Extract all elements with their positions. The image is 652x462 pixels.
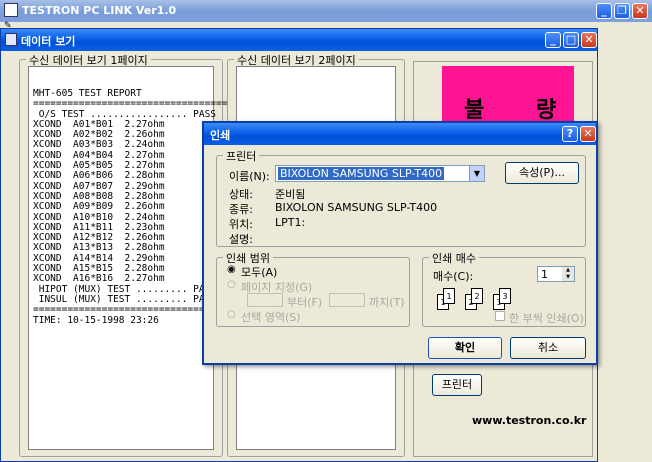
report-text: MHT-605 TEST REPORT =====================…	[33, 88, 228, 326]
page1-textbox[interactable]: MHT-605 TEST REPORT =====================…	[28, 66, 227, 450]
status-label: 상태:	[229, 188, 253, 201]
range-selection-label[interactable]: 선택 영역(S)	[241, 309, 301, 325]
spin-up-icon[interactable]: ▲	[562, 267, 574, 274]
to-input[interactable]	[329, 293, 365, 307]
printer-select-value: BIXOLON SAMSUNG SLP-T400	[278, 167, 445, 180]
report-line: ==================================	[33, 304, 228, 316]
viewer-icon	[5, 33, 17, 46]
collate-label[interactable]: 한 부씩 인쇄(O)	[509, 310, 584, 326]
printer-select[interactable]: BIXOLON SAMSUNG SLP-T400 ▼	[275, 165, 485, 182]
result-badge-char1: 불	[464, 98, 485, 123]
copies-group: 인쇄 매수 매수(C): 1 ▲ ▼ 1 1 2 2 3 3 한 부씩 인쇄(O…	[422, 250, 586, 327]
ok-button[interactable]: 확인	[428, 337, 502, 359]
from-label: 부터(F)	[287, 296, 323, 309]
name-label: 이름(N):	[229, 170, 270, 183]
maximize-icon[interactable]: ❐	[614, 3, 630, 19]
copies-group-label: 인쇄 매수	[429, 250, 479, 266]
range-group: 인쇄 범위 ◉ 모두(A) ○ 페이지 지정(G) 부터(F) 까지(T) ○ …	[216, 250, 410, 327]
print-dialog: 인쇄 ? ✕ 프린터 이름(N): BIXOLON SAMSUNG SLP-T4…	[202, 121, 598, 365]
close-icon[interactable]: ✕	[632, 3, 648, 19]
where-value: LPT1:	[275, 216, 306, 229]
dialog-title-bar: 인쇄 ? ✕	[204, 123, 596, 145]
dialog-close-icon[interactable]: ✕	[580, 126, 596, 142]
collate-pages-icon: 1 1 2 2 3 3	[437, 286, 517, 318]
viewer-minimize-icon[interactable]: _	[545, 32, 561, 48]
viewer-title: 데이터 보기	[21, 35, 76, 48]
page1-group: 수신 데이터 보기 1페이지 MHT-605 TEST REPORT ======…	[19, 52, 227, 457]
print-button[interactable]: 프린터	[432, 374, 482, 396]
result-badge-char2: 량	[536, 98, 557, 123]
printer-group-label: 프린터	[223, 148, 260, 164]
dialog-title: 인쇄	[210, 129, 231, 142]
comment-label: 설명:	[229, 233, 253, 246]
dropdown-arrow-icon[interactable]: ▼	[469, 166, 484, 181]
viewer-close-icon[interactable]: ✕	[581, 32, 597, 48]
to-label: 까지(T)	[369, 296, 405, 309]
viewer-title-bar: 데이터 보기 _ □ ✕	[1, 29, 597, 51]
copies-label: 매수(C):	[433, 270, 474, 283]
minimize-icon[interactable]: _	[596, 3, 612, 19]
copies-stepper[interactable]: 1 ▲ ▼	[537, 266, 575, 282]
status-value: 준비됨	[275, 188, 306, 201]
help-icon[interactable]: ?	[562, 126, 578, 142]
spin-down-icon[interactable]: ▼	[562, 274, 574, 281]
report-line: TIME: 10-15-1998 23:26	[33, 314, 159, 326]
website-text: www.testron.co.kr	[472, 414, 587, 427]
radio-pages-icon[interactable]: ○	[227, 279, 236, 290]
properties-button[interactable]: 속성(P)...	[505, 162, 579, 184]
range-all-label[interactable]: 모두(A)	[241, 264, 277, 280]
type-value: BIXOLON SAMSUNG SLP-T400	[275, 201, 438, 214]
app-title: TESTRON PC LINK Ver1.0	[22, 4, 177, 17]
collate-checkbox[interactable]	[495, 311, 505, 321]
cancel-button[interactable]: 취소	[510, 337, 586, 359]
from-input[interactable]	[247, 293, 283, 307]
radio-all-icon[interactable]: ◉	[227, 264, 236, 275]
copies-value: 1	[541, 268, 548, 281]
type-label: 종류:	[229, 203, 253, 216]
app-icon	[4, 3, 18, 17]
app-title-bar: TESTRON PC LINK Ver1.0 _ ❐ ✕	[0, 0, 652, 22]
printer-group: 프린터 이름(N): BIXOLON SAMSUNG SLP-T400 ▼ 속성…	[216, 148, 586, 247]
viewer-maximize-icon[interactable]: □	[563, 32, 579, 48]
where-label: 위치:	[229, 218, 253, 231]
radio-selection-icon[interactable]: ○	[227, 309, 236, 320]
